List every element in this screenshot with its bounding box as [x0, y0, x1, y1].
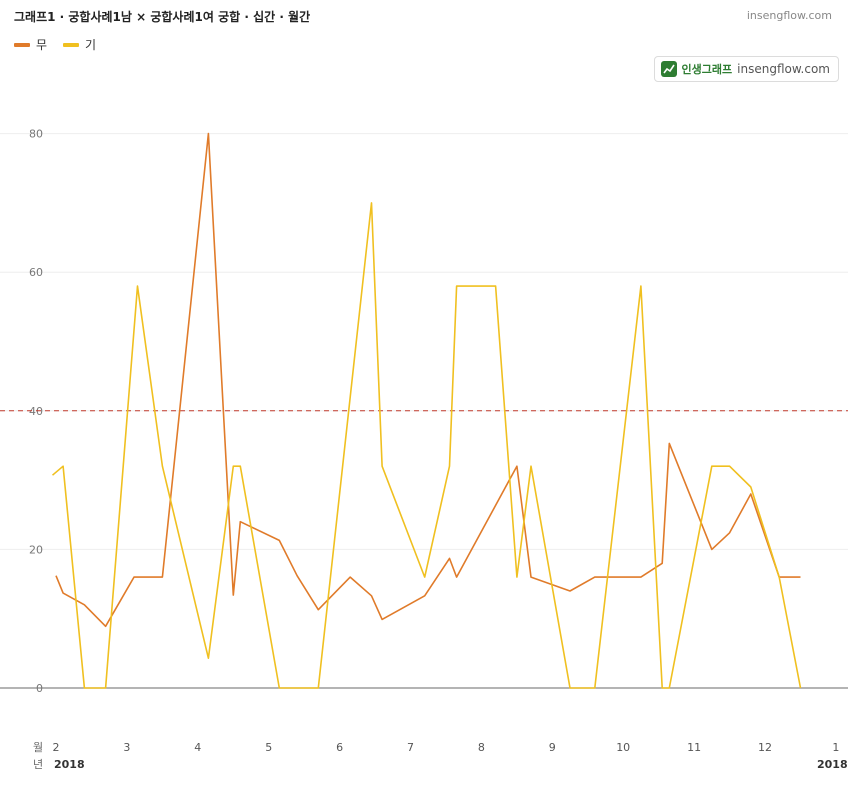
x-tick-label: 4 — [194, 741, 201, 754]
x-tick-label: 8 — [478, 741, 485, 754]
series-line-1[interactable] — [55, 132, 801, 628]
y-tick-label: 60 — [29, 266, 43, 279]
x-tick-label: 12 — [758, 741, 772, 754]
y-tick-label: 0 — [36, 682, 43, 695]
line-chart: 0204060802 3 4 5 6 7 8 9 10 11 12 1 월 년 2018 2018 — [0, 128, 848, 771]
year-label-end: 2018 — [817, 758, 848, 771]
x-tick-label: 3 — [123, 741, 130, 754]
month-row-label: 월 — [33, 741, 43, 754]
series-line-2[interactable] — [51, 202, 802, 689]
x-tick-label: 6 — [336, 741, 343, 754]
x-tick-label: 9 — [549, 741, 556, 754]
x-tick-label: 7 — [407, 741, 414, 754]
year-label-start: 2018 — [54, 758, 85, 771]
x-tick-label: 10 — [616, 741, 630, 754]
x-tick-label: 11 — [687, 741, 701, 754]
x-tick-label: 1 — [832, 741, 839, 754]
y-tick-label: 20 — [29, 543, 43, 556]
y-tick-label: 80 — [29, 128, 43, 141]
x-tick-label: 5 — [265, 741, 272, 754]
year-row-label: 년 — [33, 758, 43, 771]
x-tick-label: 2 — [53, 741, 60, 754]
